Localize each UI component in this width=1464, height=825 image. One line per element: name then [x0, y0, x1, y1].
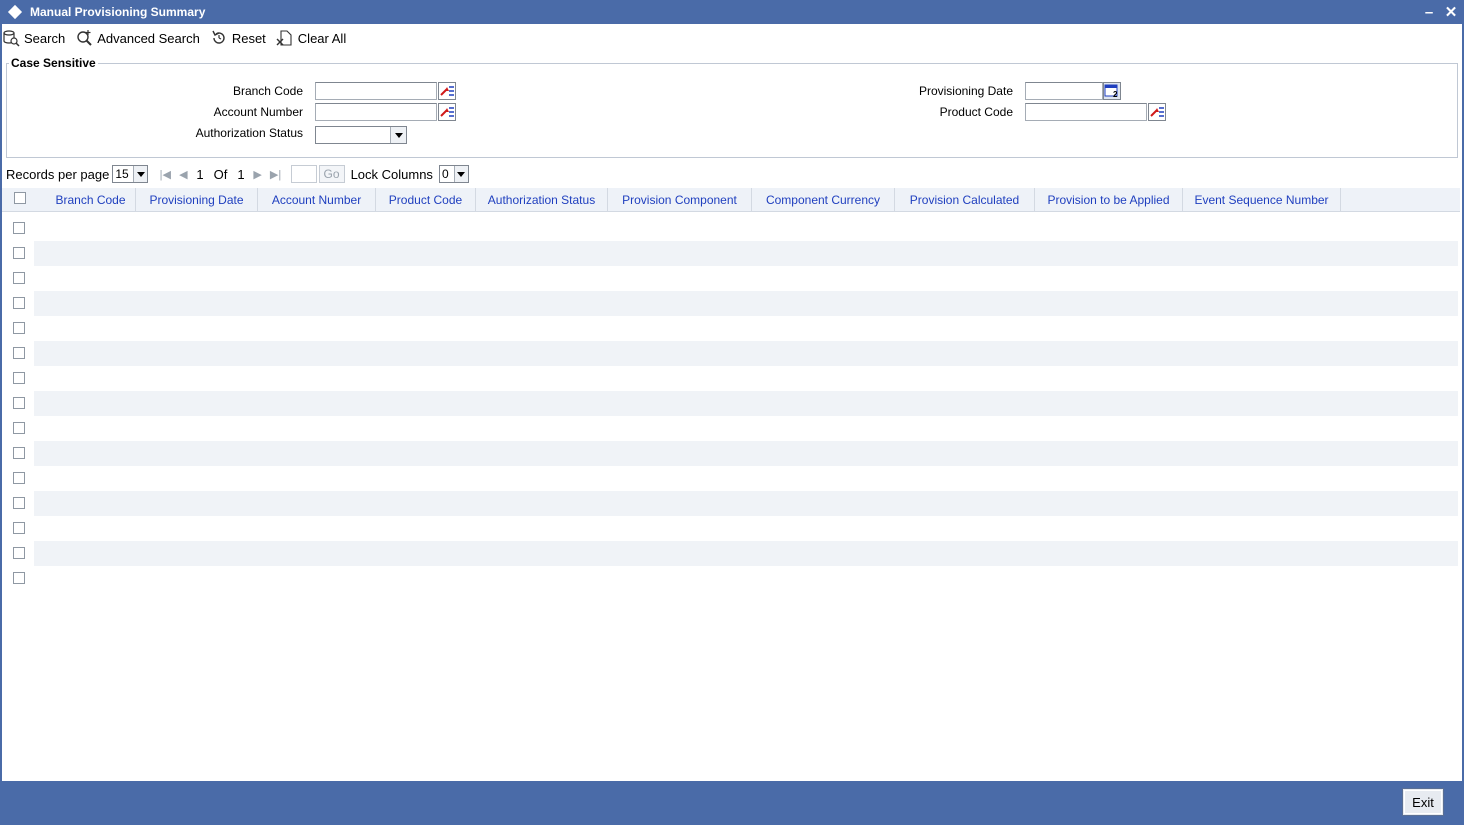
next-page-icon[interactable]: ▶ [251, 167, 265, 181]
row-checkbox[interactable] [13, 222, 25, 234]
row-checkbox[interactable] [13, 297, 25, 309]
row-checkbox[interactable] [13, 497, 25, 509]
account-number-lov-icon[interactable] [438, 103, 456, 121]
lock-columns-label: Lock Columns [350, 166, 433, 182]
column-header-product-code[interactable]: Product Code [376, 188, 476, 212]
row-checkbox[interactable] [13, 372, 25, 384]
lock-columns-value: 0 [441, 167, 449, 181]
exit-button[interactable]: Exit [1402, 788, 1444, 816]
records-per-page-label: Records per page [6, 166, 110, 182]
product-code-field[interactable] [1025, 103, 1147, 121]
search-db-icon [3, 30, 20, 47]
window-diamond-icon [7, 4, 23, 20]
table-row[interactable] [34, 266, 1458, 291]
table-row[interactable] [34, 416, 1458, 441]
reset-button[interactable]: Reset [210, 29, 266, 47]
go-to-page-input[interactable] [290, 165, 317, 183]
authorization-status-select[interactable] [315, 126, 407, 144]
go-button[interactable]: Go [318, 165, 345, 183]
clear-all-label: Clear All [297, 30, 347, 46]
records-per-page-select[interactable]: 15 [112, 165, 149, 183]
search-label: Search [24, 30, 66, 46]
column-header-component-currency[interactable]: Component Currency [752, 188, 895, 212]
table-row[interactable] [34, 391, 1458, 416]
records-per-page-value: 15 [115, 167, 129, 181]
provisioning-date-label: Provisioning Date [918, 84, 1013, 98]
product-code-label: Product Code [939, 105, 1013, 119]
row-checkbox[interactable] [13, 247, 25, 259]
table-row[interactable] [34, 291, 1458, 316]
calendar-icon[interactable]: 2 [1103, 82, 1121, 100]
current-page: 1 [196, 166, 204, 182]
select-all-checkbox[interactable] [14, 192, 26, 204]
provisioning-date-field[interactable] [1025, 82, 1103, 100]
table-row[interactable] [34, 341, 1458, 366]
last-page-icon[interactable]: ▶| [269, 167, 283, 181]
pagination-bar: Records per page 15 |◀ ◀ 1 Of 1 ▶ ▶| Go … [6, 164, 469, 184]
total-pages: 1 [237, 166, 245, 182]
advanced-search-label: Advanced Search [97, 30, 200, 46]
column-header-provision-to-be-applied[interactable]: Provision to be Applied [1035, 188, 1183, 212]
of-label: Of [213, 166, 228, 182]
row-checkbox[interactable] [13, 572, 25, 584]
table-row[interactable] [34, 491, 1458, 516]
table-row[interactable] [34, 216, 1458, 241]
row-checkbox[interactable] [13, 472, 25, 484]
column-header-event-sequence-number[interactable]: Event Sequence Number [1183, 188, 1341, 212]
close-button[interactable]: ✕ [1442, 3, 1460, 21]
table-row[interactable] [34, 241, 1458, 266]
column-header-authorization-status[interactable]: Authorization Status [476, 188, 608, 212]
column-header-provisioning-date[interactable]: Provisioning Date [136, 188, 258, 212]
case-sensitive-legend: Case Sensitive [9, 56, 98, 70]
reset-label: Reset [231, 30, 266, 46]
branch-code-label: Branch Code [232, 84, 303, 98]
table-row[interactable] [34, 566, 1458, 591]
previous-page-icon[interactable]: ◀ [176, 167, 190, 181]
toolbar: Search Advanced Search Reset Clear All [2, 27, 356, 49]
column-header-provision-calculated[interactable]: Provision Calculated [895, 188, 1035, 212]
row-checkbox[interactable] [13, 522, 25, 534]
svg-text:2: 2 [1113, 90, 1118, 99]
column-header-branch-code[interactable]: Branch Code [46, 188, 136, 212]
table-row[interactable] [34, 516, 1458, 541]
row-checkbox[interactable] [13, 547, 25, 559]
branch-code-lov-icon[interactable] [438, 82, 456, 100]
row-checkbox[interactable] [13, 422, 25, 434]
title-bar: Manual Provisioning Summary – ✕ [0, 0, 1464, 24]
advanced-search-button[interactable]: Advanced Search [75, 29, 200, 47]
search-button[interactable]: Search [2, 29, 65, 47]
lock-columns-select[interactable]: 0 [438, 165, 469, 183]
row-checkbox[interactable] [13, 272, 25, 284]
chevron-down-icon [453, 166, 468, 182]
table-row[interactable] [34, 366, 1458, 391]
row-checkbox[interactable] [13, 397, 25, 409]
branch-code-field[interactable] [315, 82, 437, 100]
clear-all-icon [276, 30, 292, 46]
chevron-down-icon [390, 127, 406, 143]
row-checkbox[interactable] [13, 447, 25, 459]
authorization-status-label: Authorization Status [195, 126, 303, 140]
account-number-label: Account Number [213, 105, 303, 119]
table-row[interactable] [34, 316, 1458, 341]
table-row[interactable] [34, 466, 1458, 491]
row-checkbox[interactable] [13, 347, 25, 359]
table-row[interactable] [34, 541, 1458, 566]
advanced-search-icon [77, 30, 92, 46]
row-checkbox[interactable] [13, 322, 25, 334]
column-header-account-number[interactable]: Account Number [258, 188, 376, 212]
column-header-provision-component[interactable]: Provision Component [608, 188, 752, 212]
reset-icon [212, 30, 225, 44]
table-row[interactable] [34, 441, 1458, 466]
first-page-icon[interactable]: |◀ [158, 167, 172, 181]
grid-header: Branch Code Provisioning Date Account Nu… [2, 188, 1460, 212]
account-number-field[interactable] [315, 103, 437, 121]
window-title: Manual Provisioning Summary [30, 5, 206, 19]
chevron-down-icon [133, 166, 148, 182]
product-code-lov-icon[interactable] [1148, 103, 1166, 121]
clear-all-button[interactable]: Clear All [276, 29, 346, 47]
footer-bar [0, 781, 1464, 825]
minimize-button[interactable]: – [1420, 3, 1438, 21]
